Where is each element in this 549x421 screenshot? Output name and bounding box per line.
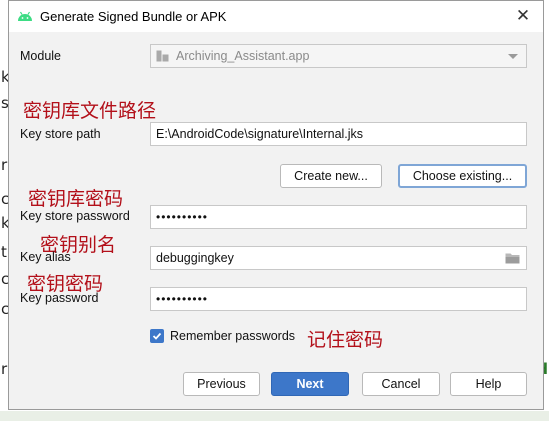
key-password-value: •••••••••• — [156, 292, 209, 306]
background-window-left: k s r c k t c c r — [0, 0, 10, 421]
chevron-down-icon — [508, 54, 518, 59]
module-value: Archiving_Assistant.app — [176, 49, 310, 63]
android-icon — [18, 11, 32, 21]
module-icon — [156, 50, 169, 62]
key-alias-input[interactable]: debuggingkey — [150, 246, 527, 270]
remember-passwords-label[interactable]: Remember passwords — [170, 329, 295, 343]
annotation-key-store-password: 密钥库密码 — [28, 188, 124, 210]
title-bar[interactable]: Generate Signed Bundle or APK ✕ — [9, 1, 543, 32]
annotation-remember: 记住密码 — [307, 329, 384, 351]
key-store-password-input[interactable]: •••••••••• — [150, 205, 527, 229]
previous-button[interactable]: Previous — [183, 372, 260, 396]
background-text: t — [1, 243, 7, 261]
close-icon: ✕ — [515, 6, 531, 26]
dialog-title: Generate Signed Bundle or APK — [40, 9, 227, 24]
background-window-bottom — [0, 411, 549, 421]
key-alias-value: debuggingkey — [156, 251, 234, 265]
folder-icon[interactable] — [505, 252, 520, 264]
key-store-path-label: Key store path — [20, 127, 101, 141]
annotation-key-store-path: 密钥库文件路径 — [23, 100, 157, 122]
key-store-path-value: E:\AndroidCode\signature\Internal.jks — [156, 127, 364, 141]
key-store-password-value: •••••••••• — [156, 210, 209, 224]
generate-signed-bundle-dialog: Generate Signed Bundle or APK ✕ Module A… — [8, 0, 544, 410]
key-store-password-label: Key store password — [20, 209, 130, 223]
module-dropdown[interactable]: Archiving_Assistant.app — [150, 44, 527, 68]
next-button[interactable]: Next — [271, 372, 349, 396]
key-password-input[interactable]: •••••••••• — [150, 287, 527, 311]
cancel-button[interactable]: Cancel — [362, 372, 440, 396]
key-store-path-input[interactable]: E:\AndroidCode\signature\Internal.jks — [150, 122, 527, 146]
key-alias-label: Key alias — [20, 250, 71, 264]
key-password-label: Key password — [20, 291, 99, 305]
close-button[interactable]: ✕ — [513, 6, 533, 26]
module-label: Module — [20, 49, 61, 63]
checkmark-icon — [152, 332, 162, 340]
help-button[interactable]: Help — [450, 372, 527, 396]
remember-passwords-checkbox[interactable] — [150, 329, 164, 343]
background-text: r — [1, 360, 8, 378]
create-new-button[interactable]: Create new... — [280, 164, 382, 188]
background-text: r — [1, 156, 8, 174]
choose-existing-button[interactable]: Choose existing... — [398, 164, 527, 188]
